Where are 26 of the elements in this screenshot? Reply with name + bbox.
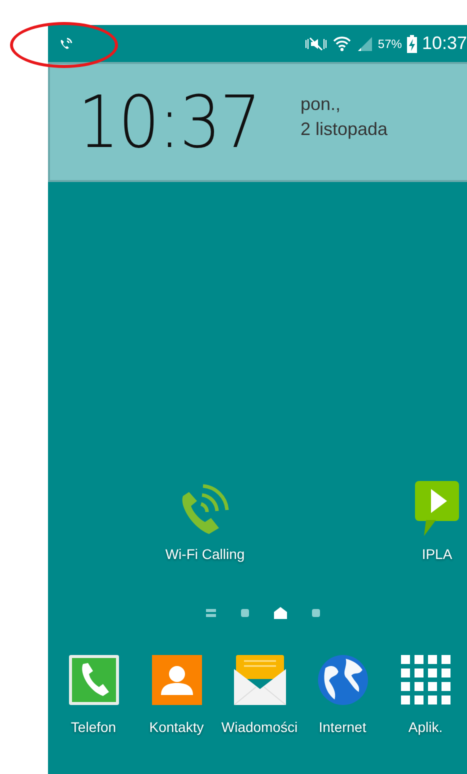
play-bubble-icon bbox=[414, 480, 460, 538]
mute-vibrate-icon bbox=[304, 36, 327, 52]
clock-widget[interactable]: 10:37 pon., 2 listopada bbox=[48, 62, 467, 182]
dock-app[interactable]: Wiadomości bbox=[222, 655, 298, 735]
clock-time: 10:37 bbox=[78, 80, 260, 164]
clock-date: 2 listopada bbox=[300, 119, 388, 140]
contact-person-icon bbox=[152, 655, 202, 705]
dock-app[interactable]: Aplik. bbox=[388, 655, 464, 735]
app-shortcut[interactable]: IPLA bbox=[407, 478, 467, 562]
dock-app[interactable]: Internet bbox=[304, 655, 380, 735]
status-time: 10:37 bbox=[422, 33, 467, 54]
battery-charging-icon bbox=[406, 34, 417, 52]
signal-icon bbox=[356, 36, 373, 52]
phone-icon bbox=[68, 655, 118, 705]
clock-day: pon., bbox=[300, 94, 388, 115]
page-list-icon[interactable] bbox=[206, 609, 216, 617]
app-grid-icon bbox=[400, 655, 450, 705]
globe-icon bbox=[318, 655, 368, 705]
home-page-icon[interactable] bbox=[274, 607, 286, 619]
dock-app[interactable]: Kontakty bbox=[138, 655, 214, 735]
dock-app[interactable]: Telefon bbox=[56, 655, 132, 735]
app-shortcut[interactable]: Wi-Fi Calling bbox=[160, 478, 250, 562]
wifi-icon bbox=[332, 34, 352, 52]
envelope-icon bbox=[234, 655, 286, 705]
battery-percent: 57% bbox=[378, 36, 402, 50]
call-waves-icon bbox=[58, 36, 74, 52]
